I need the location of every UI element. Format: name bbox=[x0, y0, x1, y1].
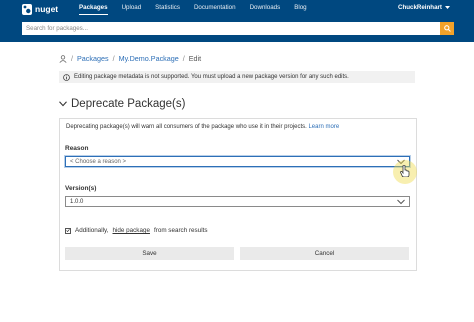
info-banner-text: Editing package metadata is not supporte… bbox=[74, 74, 349, 80]
chevron-down-icon bbox=[397, 199, 405, 205]
nuget-logo-icon bbox=[22, 3, 32, 15]
info-icon bbox=[63, 73, 70, 81]
section-header[interactable]: Deprecate Package(s) bbox=[59, 98, 185, 110]
versions-label: Version(s) bbox=[65, 185, 97, 192]
hide-package-checkbox[interactable] bbox=[65, 227, 71, 234]
reason-select-value: < Choose a reason > bbox=[70, 158, 127, 165]
versions-select-value: 1.0.0 bbox=[70, 198, 84, 205]
intro-text: Deprecating package(s) will warn all con… bbox=[66, 124, 339, 130]
section-title: Deprecate Package(s) bbox=[71, 98, 186, 110]
reason-label: Reason bbox=[65, 145, 89, 152]
learn-more-link[interactable]: Learn more bbox=[308, 124, 339, 130]
breadcrumb-package[interactable]: My.Demo.Package bbox=[119, 54, 179, 63]
search-button[interactable] bbox=[440, 22, 454, 35]
breadcrumb-separator: / bbox=[182, 54, 185, 63]
user-name: ChuckReinhart bbox=[397, 4, 442, 11]
nav-downloads[interactable]: Downloads bbox=[243, 0, 288, 16]
nav-blog[interactable]: Blog bbox=[287, 0, 313, 16]
reason-select[interactable]: < Choose a reason > bbox=[65, 156, 410, 167]
breadcrumb-separator: / bbox=[71, 54, 73, 63]
caret-down-icon bbox=[445, 6, 450, 9]
user-icon bbox=[59, 54, 67, 63]
breadcrumb: / Packages / My.Demo.Package / Edit bbox=[59, 54, 201, 63]
chevron-down-icon bbox=[59, 101, 67, 107]
brand-name: nuget bbox=[35, 4, 59, 14]
info-banner: Editing package metadata is not supporte… bbox=[59, 71, 415, 83]
hand-cursor-icon bbox=[400, 165, 410, 177]
brand-logo[interactable]: nuget bbox=[22, 3, 58, 15]
hide-package-option: Additionally, hide package from search r… bbox=[65, 227, 208, 234]
user-menu[interactable]: ChuckReinhart bbox=[398, 0, 450, 16]
hide-package-link[interactable]: hide package bbox=[113, 227, 150, 234]
nav-upload[interactable]: Upload bbox=[115, 0, 149, 16]
intro-description: Deprecating package(s) will warn all con… bbox=[66, 124, 307, 130]
breadcrumb-current: Edit bbox=[188, 54, 202, 63]
nav-packages[interactable]: Packages bbox=[72, 0, 115, 16]
checkmark-icon bbox=[66, 229, 70, 233]
cancel-button[interactable]: Cancel bbox=[240, 247, 409, 260]
search-bar bbox=[22, 22, 454, 35]
nav-links: Packages Upload Statistics Documentation… bbox=[72, 0, 314, 16]
breadcrumb-packages[interactable]: Packages bbox=[77, 54, 109, 63]
checkbox-suffix: from search results bbox=[153, 227, 208, 234]
search-input[interactable] bbox=[22, 22, 440, 35]
nav-documentation[interactable]: Documentation bbox=[187, 0, 243, 16]
save-button[interactable]: Save bbox=[65, 247, 234, 260]
top-navigation: nuget Packages Upload Statistics Documen… bbox=[0, 0, 474, 42]
checkbox-prefix: Additionally, bbox=[75, 227, 109, 234]
versions-select[interactable]: 1.0.0 bbox=[65, 196, 410, 207]
nav-statistics[interactable]: Statistics bbox=[148, 0, 187, 16]
breadcrumb-separator: / bbox=[112, 54, 115, 63]
search-icon bbox=[443, 25, 451, 32]
